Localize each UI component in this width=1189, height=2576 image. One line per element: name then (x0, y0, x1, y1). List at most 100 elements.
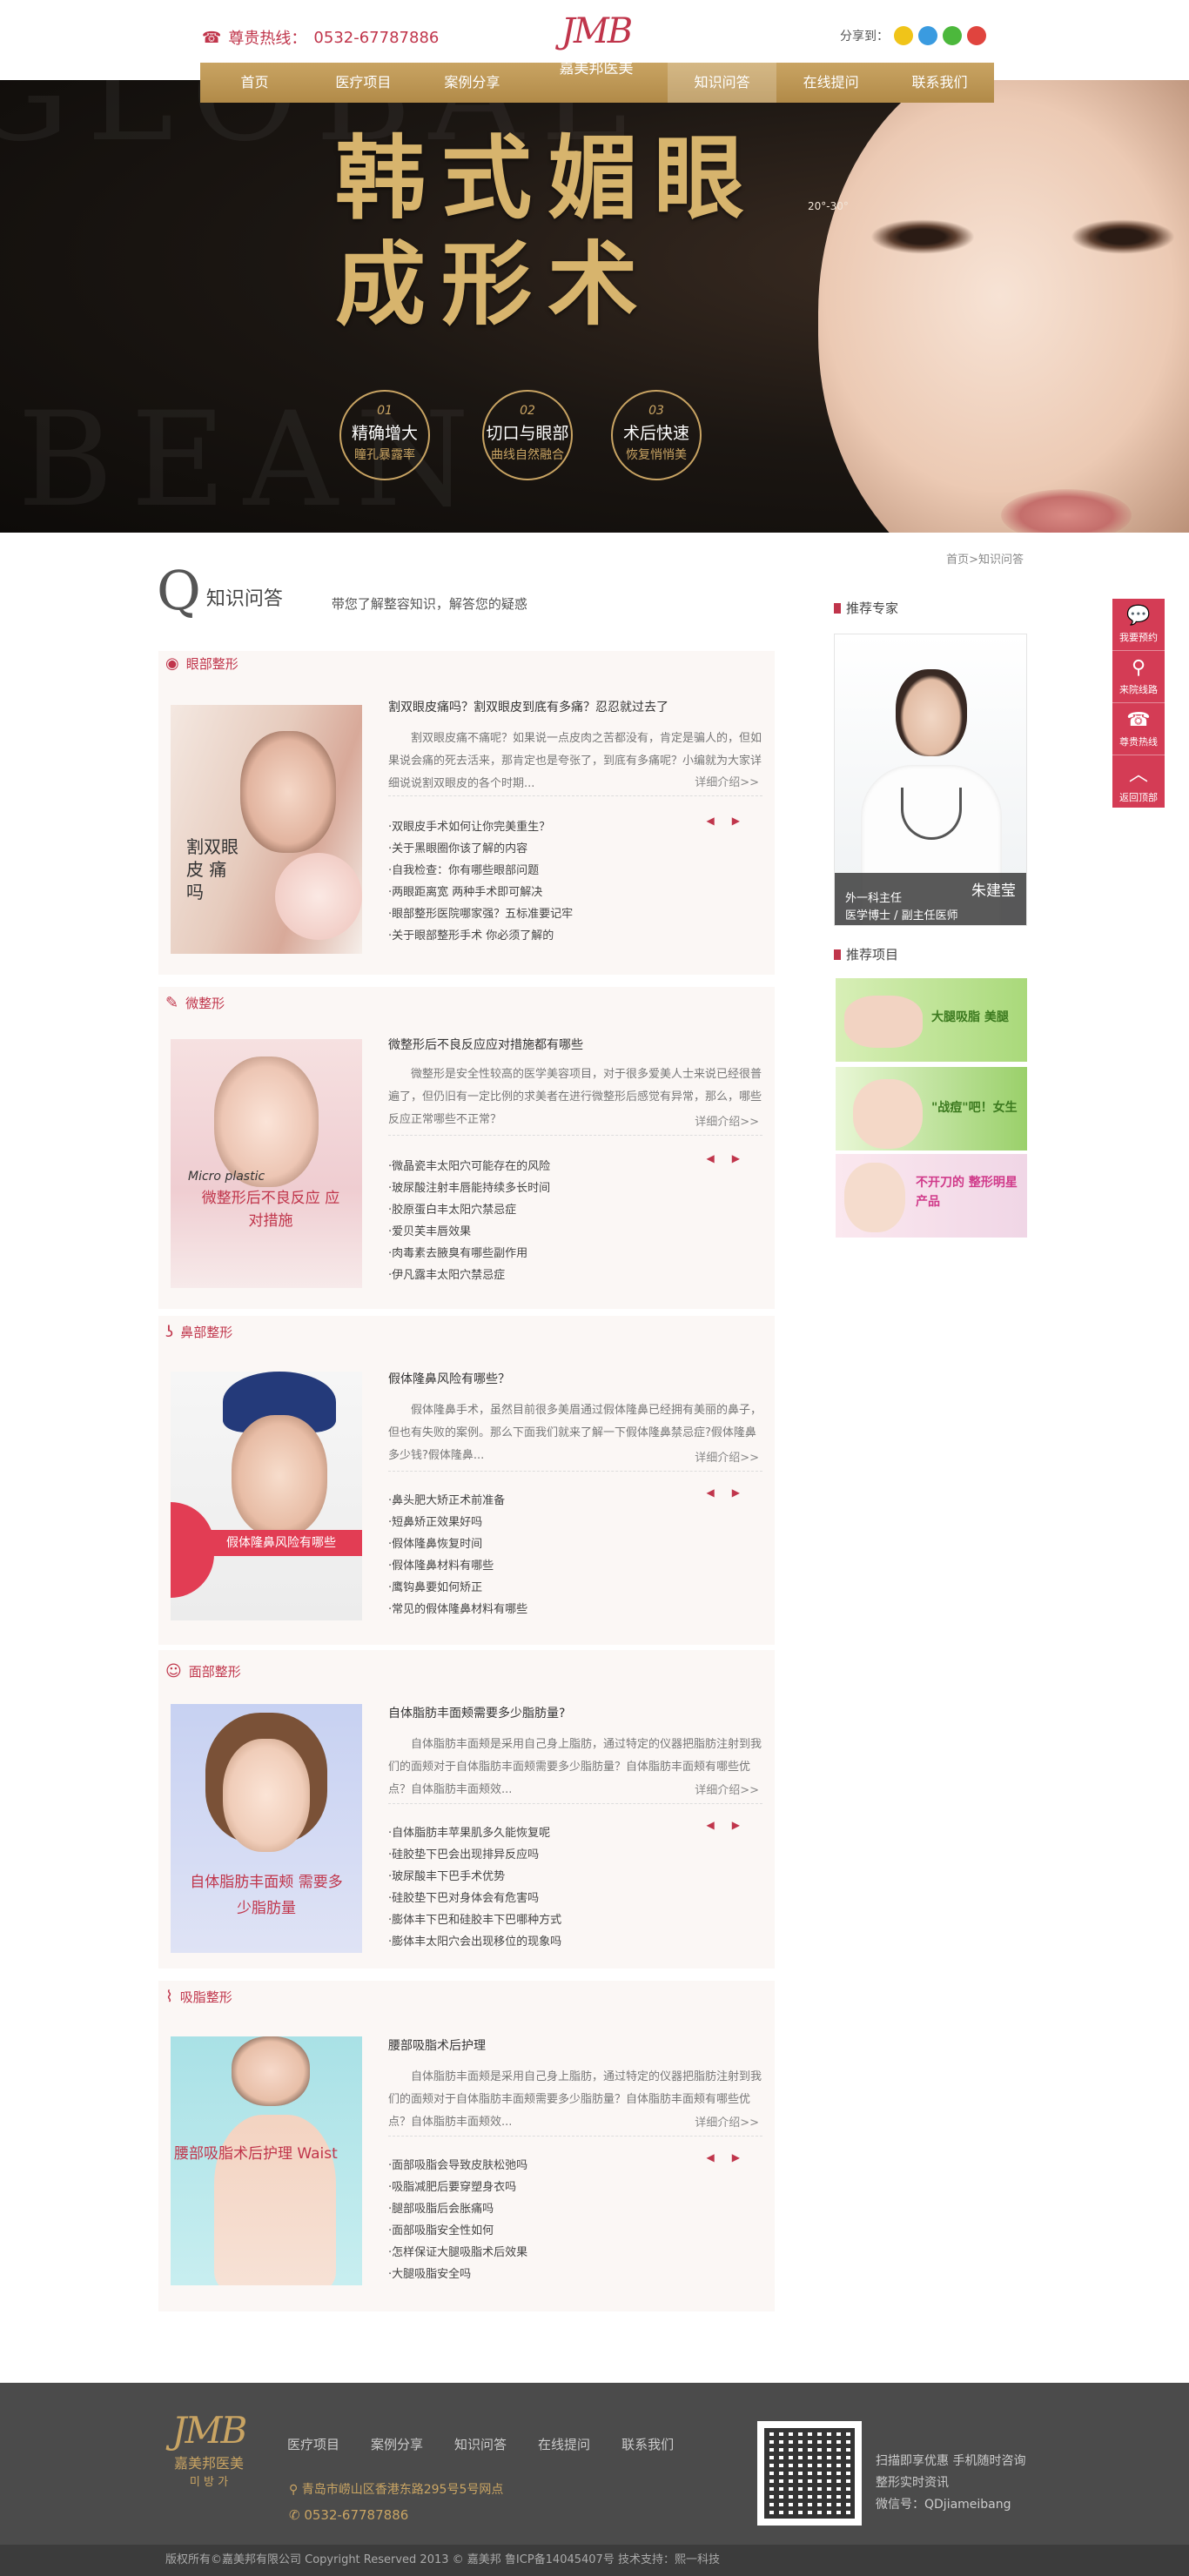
list-item[interactable]: ·胶原蛋白丰太阳穴禁忌症 (388, 1199, 754, 1221)
category-name: 鼻部整形 (180, 1325, 233, 1340)
footer-logo[interactable]: JMB 嘉美邦医美 미 방 가 (161, 2409, 257, 2489)
breadcrumb[interactable]: 首页>知识问答 (946, 550, 1024, 567)
footer-nav-contact[interactable]: 联系我们 (621, 2435, 674, 2453)
footer-phone-text[interactable]: 0532-67787886 (304, 2507, 408, 2523)
footer-nav-qa[interactable]: 知识问答 (454, 2435, 507, 2453)
category-header[interactable]: ʖ 鼻部整形 (165, 1323, 232, 1341)
photo-caption: 假体隆鼻风险有哪些 (200, 1530, 362, 1556)
back-to-top-button[interactable]: ︿ 返回顶部 (1112, 755, 1165, 808)
list-item[interactable]: ·鹰钩鼻要如何矫正 (388, 1577, 754, 1599)
footer-nav-medical[interactable]: 医疗项目 (287, 2435, 339, 2453)
category-name: 微整形 (185, 996, 225, 1011)
list-item[interactable]: ·自体脂肪丰苹果肌多久能恢复呢 (388, 1822, 754, 1844)
list-item[interactable]: ·眼部整形医院哪家强？五标准要记牢 (388, 903, 754, 925)
list-item[interactable]: ·大腿吸脂安全吗 (388, 2264, 754, 2285)
detail-link[interactable]: 详细介绍>> (695, 1448, 759, 1465)
category-photo[interactable]: 腰部吸脂术后护理 Waist (171, 2036, 362, 2285)
list-item[interactable]: ·膨体丰下巴和硅胶丰下巴哪种方式 (388, 1909, 754, 1931)
question-title[interactable]: 自体脂肪丰面颊需要多少脂肪量? (388, 1704, 762, 1721)
site-logo[interactable]: JMB 嘉美邦医美 (531, 12, 662, 82)
list-item[interactable]: ·面部吸脂安全性如何 (388, 2220, 754, 2242)
detail-link[interactable]: 详细介绍>> (695, 2113, 759, 2130)
category-photo[interactable]: Micro plastic 微整形后不良反应 应对措施 (171, 1039, 362, 1288)
category-header[interactable]: ⌇ 吸脂整形 (165, 1988, 232, 2006)
article-list: ·微晶瓷丰太阳穴可能存在的风险 ·玻尿酸注射丰唇能持续多长时间 ·胶原蛋白丰太阳… (388, 1156, 754, 1286)
detail-link[interactable]: 详细介绍>> (695, 1112, 759, 1129)
list-item[interactable]: ·假体隆鼻材料有哪些 (388, 1555, 754, 1577)
list-item[interactable]: ·微晶瓷丰太阳穴可能存在的风险 (388, 1156, 754, 1177)
hotline-button-label: 尊贵热线 (1119, 736, 1158, 748)
list-item[interactable]: ·自我检查：你有哪些眼部问题 (388, 860, 754, 882)
list-item[interactable]: ·面部吸脂会导致皮肤松弛吗 (388, 2155, 754, 2177)
list-item[interactable]: ·硅胶垫下巴对身体会有危害吗 (388, 1888, 754, 1909)
nav-knowledge-qa[interactable]: 知识问答 (668, 63, 777, 103)
category-header[interactable]: ◉ 眼部整形 (165, 654, 238, 673)
article-list: ·面部吸脂会导致皮肤松弛吗 ·吸脂减肥后要穿塑身衣吗 ·腿部吸脂后会胀痛吗 ·面… (388, 2155, 754, 2285)
footer-logo-name: 嘉美邦医美 (173, 2455, 244, 2472)
badge-line-2: 瞳孔暴露率 (354, 448, 415, 462)
detail-link[interactable]: 详细介绍>> (695, 773, 759, 789)
expert-photo (896, 669, 967, 756)
weibo-share-icon[interactable] (967, 26, 986, 45)
qzone-share-icon[interactable] (894, 26, 913, 45)
list-item[interactable]: ·双眼皮手术如何让你完美重生？ (388, 816, 754, 838)
project-image (853, 1079, 923, 1149)
hotline-button[interactable]: ☎ 尊贵热线 (1112, 703, 1165, 755)
hotline-number[interactable]: 0532-67787886 (313, 29, 439, 47)
nav-online-question[interactable]: 在线提问 (776, 63, 885, 103)
banner-model-eye (870, 219, 975, 254)
category-header[interactable]: ☺ 面部整形 (165, 1662, 241, 1680)
footer-nav-ask[interactable]: 在线提问 (538, 2435, 590, 2453)
phone-icon: ☎ (202, 28, 222, 47)
nav-home[interactable]: 首页 (200, 63, 309, 103)
category-header[interactable]: ✎ 微整形 (165, 994, 225, 1012)
question-title[interactable]: 割双眼皮痛吗？割双眼皮到底有多痛？忍忍就过去了 (388, 698, 762, 715)
model-face (223, 1739, 310, 1852)
section-q-glyph: Q (157, 559, 201, 622)
question-title[interactable]: 腰部吸脂术后护理 (388, 2036, 762, 2054)
footer-nav-cases[interactable]: 案例分享 (371, 2435, 423, 2453)
qr-info-line: 整形实时资讯 (876, 2476, 949, 2490)
banner-angle-label: 20°-30° (808, 200, 849, 212)
nav-medical-projects[interactable]: 医疗项目 (309, 63, 418, 103)
list-item[interactable]: ·伊凡露丰太阳穴禁忌症 (388, 1265, 754, 1286)
list-item[interactable]: ·短鼻矫正效果好吗 (388, 1512, 754, 1533)
qq-share-icon[interactable] (918, 26, 937, 45)
booking-button[interactable]: 💬 我要预约 (1112, 599, 1165, 651)
route-label: 来院线路 (1119, 684, 1158, 695)
article-list: ·鼻头肥大矫正术前准备 ·短鼻矫正效果好吗 ·假体隆鼻恢复时间 ·假体隆鼻材料有… (388, 1490, 754, 1620)
project-banner[interactable]: 大腿吸脂 美腿 (836, 978, 1027, 1062)
list-item[interactable]: ·吸脂减肥后要穿塑身衣吗 (388, 2177, 754, 2198)
expert-card[interactable]: 朱建莹 外一科主任 医学博士 / 副主任医师 (834, 634, 1027, 926)
list-item[interactable]: ·腿部吸脂后会胀痛吗 (388, 2198, 754, 2220)
booking-label: 我要预约 (1119, 632, 1158, 643)
nav-contact-us[interactable]: 联系我们 (885, 63, 994, 103)
list-item[interactable]: ·膨体丰太阳穴会出现移位的现象吗 (388, 1931, 754, 1953)
article-list: ·自体脂肪丰苹果肌多久能恢复呢 ·硅胶垫下巴会出现排异反应吗 ·玻尿酸丰下巴手术… (388, 1822, 754, 1953)
wechat-share-icon[interactable] (943, 26, 962, 45)
list-item[interactable]: ·假体隆鼻恢复时间 (388, 1533, 754, 1555)
list-item[interactable]: ·玻尿酸丰下巴手术优势 (388, 1866, 754, 1888)
list-item[interactable]: ·肉毒素去腋臭有哪些副作用 (388, 1243, 754, 1265)
project-banner[interactable]: 不开刀的 整形明星产品 (836, 1154, 1027, 1238)
list-item[interactable]: ·硅胶垫下巴会出现排异反应吗 (388, 1844, 754, 1866)
banner-badge: 03 术后快速 恢复悄悄美 (611, 390, 702, 480)
detail-link[interactable]: 详细介绍>> (695, 1781, 759, 1797)
category-photo[interactable]: 假体隆鼻风险有哪些 (171, 1372, 362, 1620)
nav-case-sharing[interactable]: 案例分享 (418, 63, 527, 103)
list-item[interactable]: ·爱贝芙丰唇效果 (388, 1221, 754, 1243)
category-photo[interactable]: 自体脂肪丰面颊 需要多少脂肪量 (171, 1704, 362, 1953)
question-title[interactable]: 假体隆鼻风险有哪些？ (388, 1370, 762, 1387)
list-item[interactable]: ·鼻头肥大矫正术前准备 (388, 1490, 754, 1512)
list-item[interactable]: ·关于黑眼圈你该了解的内容 (388, 838, 754, 860)
list-item[interactable]: ·关于眼部整形手术 你必须了解的 (388, 925, 754, 947)
question-title[interactable]: 微整形后不良反应应对措施都有哪些 (388, 1036, 762, 1053)
project-banner[interactable]: "战痘"吧！女生 (836, 1067, 1027, 1150)
list-item[interactable]: ·常见的假体隆鼻材料有哪些 (388, 1599, 754, 1620)
list-item[interactable]: ·两眼距离宽 两种手术即可解决 (388, 882, 754, 903)
category-photo[interactable]: 割双眼皮 痛吗 (171, 705, 362, 954)
category-block-nose: ʖ 鼻部整形 假体隆鼻风险有哪些 假体隆鼻风险有哪些？ 假体隆鼻手术，虽然目前很多… (158, 1316, 775, 1645)
list-item[interactable]: ·怎样保证大腿吸脂术后效果 (388, 2242, 754, 2264)
list-item[interactable]: ·玻尿酸注射丰唇能持续多长时间 (388, 1177, 754, 1199)
route-button[interactable]: ⚲ 来院线路 (1112, 651, 1165, 703)
